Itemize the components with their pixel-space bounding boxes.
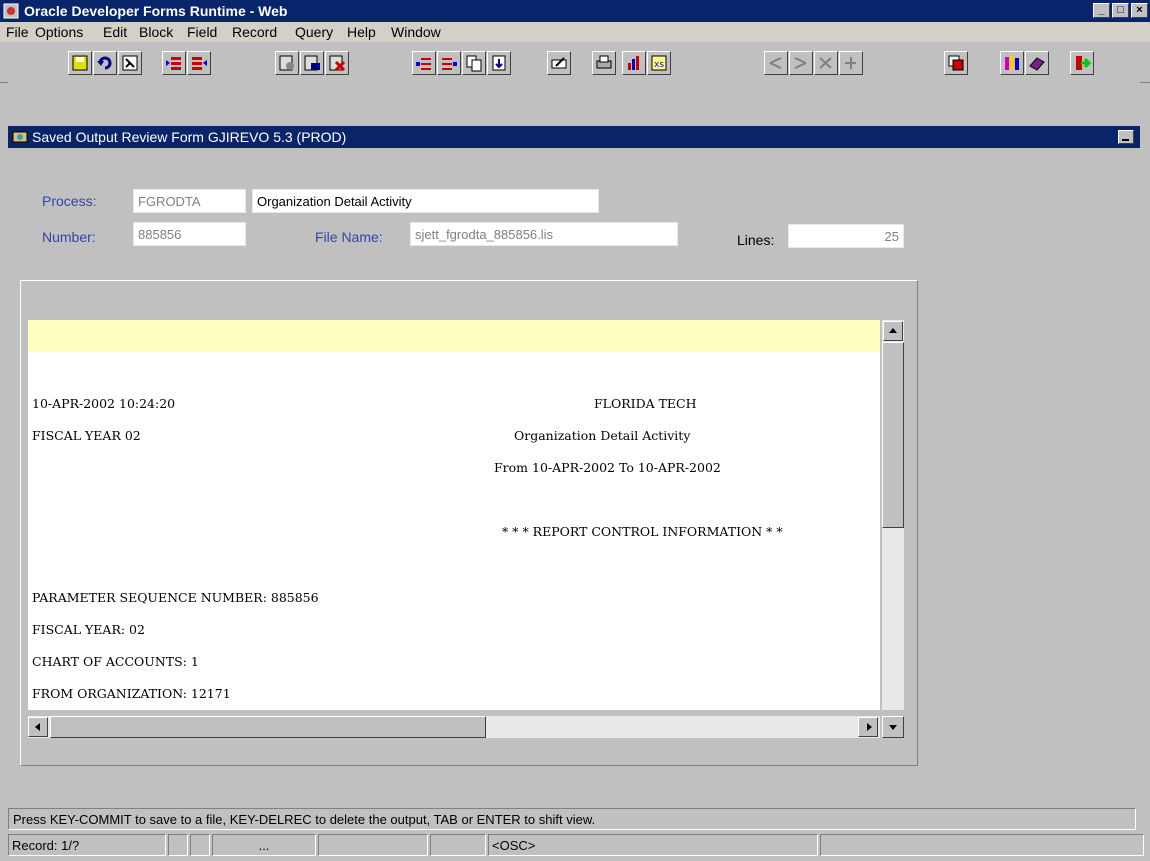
insert-record-icon[interactable] (412, 51, 436, 75)
toolbar: xs (0, 42, 1150, 83)
report-line: * * * REPORT CONTROL INFORMATION * * (502, 524, 783, 539)
report-line: FLORIDA TECH (594, 396, 697, 411)
menu-field[interactable]: Field (187, 24, 217, 40)
menu-record[interactable]: Record (232, 24, 277, 40)
help-book-icon[interactable] (1025, 51, 1049, 75)
report-line: Organization Detail Activity (514, 428, 691, 443)
spreadsheet-icon[interactable]: xs (647, 51, 671, 75)
record-indicator: Record: 1/? (8, 834, 166, 856)
minimize-button[interactable]: _ (1093, 3, 1110, 18)
cancel-query-icon[interactable] (325, 51, 349, 75)
current-line-highlight (28, 320, 880, 352)
status-bar: Record: 1/? ... <OSC> (8, 834, 1144, 858)
tree-icon-3[interactable] (814, 51, 838, 75)
menu-options[interactable]: Options (35, 24, 83, 40)
previous-block-icon[interactable] (162, 51, 186, 75)
lines-field[interactable]: 25 (788, 224, 904, 248)
number-label: Number: (42, 229, 96, 245)
save-icon[interactable] (68, 51, 92, 75)
exit-form-icon[interactable] (118, 51, 142, 75)
list-values-icon[interactable] (487, 51, 511, 75)
report-line: FISCAL YEAR 02 (32, 428, 141, 443)
tree-icon-1[interactable] (764, 51, 788, 75)
horizontal-scroll-thumb[interactable] (50, 716, 486, 738)
process-code-field[interactable]: FGRODTA (133, 189, 246, 213)
window-title: Oracle Developer Forms Runtime - Web (24, 3, 288, 19)
tree-icon-2[interactable] (789, 51, 813, 75)
rollback-icon[interactable] (93, 51, 117, 75)
status-segment (318, 834, 428, 856)
oracle-app-icon (3, 3, 19, 19)
mode-indicator: <OSC> (488, 834, 818, 856)
status-segment (168, 834, 188, 856)
menu-file[interactable]: File (6, 24, 29, 40)
scroll-up-button[interactable] (883, 321, 903, 341)
report-line: CHART OF ACCOUNTS: 1 (32, 654, 199, 669)
process-description-field[interactable]: Organization Detail Activity (252, 189, 599, 213)
horizontal-scrollbar[interactable] (28, 716, 880, 738)
window-cascade-icon[interactable] (944, 51, 968, 75)
execute-query-icon[interactable] (300, 51, 324, 75)
report-line: FROM ORGANIZATION: 12171 (32, 686, 231, 701)
process-label: Process: (42, 193, 97, 209)
maximize-button[interactable]: □ (1112, 3, 1129, 18)
next-block-icon[interactable] (187, 51, 211, 75)
form-icon (12, 131, 28, 143)
books-icon[interactable] (1000, 51, 1024, 75)
menu-block[interactable]: Block (139, 24, 173, 40)
duplicate-record-icon[interactable] (462, 51, 486, 75)
number-field[interactable]: 885856 (133, 222, 246, 246)
scroll-down-button[interactable] (882, 716, 904, 738)
form-title-bar: Saved Output Review Form GJIREVO 5.3 (PR… (8, 126, 1140, 148)
vertical-scrollbar[interactable] (882, 320, 904, 710)
hint-message: Press KEY-COMMIT to save to a file, KEY-… (8, 808, 1136, 830)
report-line: 10-APR-2002 10:24:20 (32, 396, 176, 411)
form-title: Saved Output Review Form GJIREVO 5.3 (PR… (32, 129, 347, 145)
report-viewer[interactable]: 10-APR-2002 10:24:20 FLORIDA TECH FISCAL… (28, 320, 880, 710)
status-segment (820, 834, 1144, 856)
window-title-bar: Oracle Developer Forms Runtime - Web _ □… (0, 0, 1150, 22)
form-minimize-button[interactable] (1118, 130, 1134, 144)
lines-label: Lines: (737, 232, 775, 248)
vertical-scroll-thumb[interactable] (882, 342, 904, 528)
report-line: From 10-APR-2002 To 10-APR-2002 (494, 460, 721, 475)
enter-query-icon[interactable] (275, 51, 299, 75)
file-name-field[interactable]: sjett_fgrodta_885856.lis (410, 222, 678, 246)
close-button[interactable]: × (1131, 3, 1148, 18)
menu-query[interactable]: Query (295, 24, 333, 40)
menu-help[interactable]: Help (347, 24, 376, 40)
menu-edit[interactable]: Edit (103, 24, 127, 40)
edit-field-icon[interactable] (547, 51, 571, 75)
scroll-right-button[interactable] (858, 717, 878, 737)
svg-text:xs: xs (654, 60, 664, 70)
file-name-label: File Name: (315, 229, 383, 245)
list-of-values-indicator: ... (212, 834, 316, 856)
scroll-left-button[interactable] (28, 717, 48, 737)
status-segment (190, 834, 210, 856)
print-icon[interactable] (592, 51, 616, 75)
chart-icon[interactable] (622, 51, 646, 75)
status-segment (430, 834, 486, 856)
remove-record-icon[interactable] (437, 51, 461, 75)
report-line: FISCAL YEAR: 02 (32, 622, 145, 637)
exit-icon[interactable] (1070, 51, 1094, 75)
menu-bar: File Options Edit Block Field Record Que… (0, 22, 1150, 42)
tree-icon-4[interactable] (839, 51, 863, 75)
report-line: PARAMETER SEQUENCE NUMBER: 885856 (32, 590, 319, 605)
menu-window[interactable]: Window (391, 24, 441, 40)
